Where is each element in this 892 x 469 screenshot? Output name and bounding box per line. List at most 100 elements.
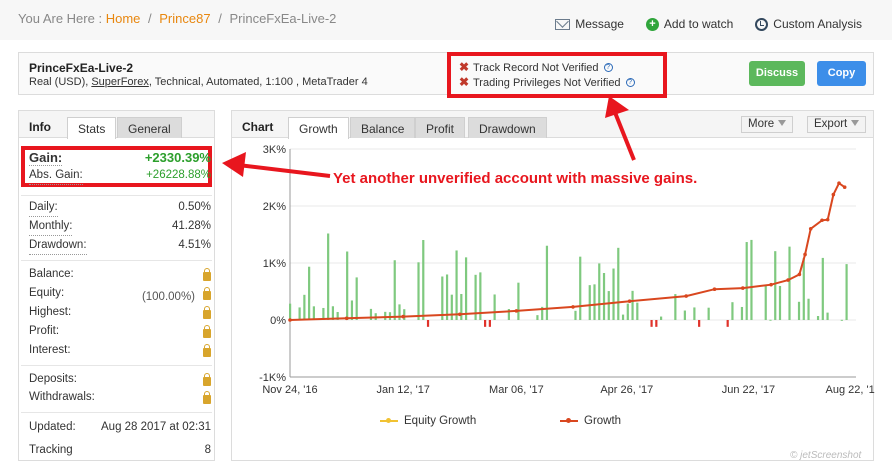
trading-privileges-status: ✖ Trading Privileges Not Verified ? <box>459 75 663 90</box>
discuss-button[interactable]: Discuss <box>749 61 805 86</box>
add-to-watch-label: Add to watch <box>663 17 734 31</box>
growth-point <box>571 305 575 309</box>
gain-value: +2330.39% <box>144 150 211 165</box>
divider <box>21 412 212 413</box>
growth-point <box>820 218 824 223</box>
message-label: Message <box>575 17 624 31</box>
gain-bar <box>740 306 744 320</box>
y-tick-label: 1K% <box>263 258 286 270</box>
help-icon[interactable]: ? <box>603 63 613 72</box>
lock-icon <box>203 306 211 319</box>
gain-bar <box>707 307 710 320</box>
gain-bar <box>655 320 658 327</box>
profit-label: Profit: <box>29 325 60 337</box>
tab-stats[interactable]: Stats <box>67 117 117 139</box>
gain-bar <box>484 320 487 327</box>
abs-gain-label: Abs. Gain: <box>29 169 83 185</box>
divider <box>21 195 212 196</box>
growth-point <box>831 192 836 197</box>
drawdown-label: Drawdown: <box>29 239 87 255</box>
gain-bar <box>312 306 315 320</box>
growth-point <box>712 287 717 292</box>
gain-bar <box>626 303 629 320</box>
gain-bar <box>350 300 354 320</box>
breadcrumb-home-link[interactable]: Home <box>106 11 141 26</box>
clock-icon <box>755 17 769 31</box>
gain-bar <box>788 246 791 320</box>
divider <box>21 365 212 366</box>
legend-growth-label: Growth <box>584 415 622 427</box>
equity-row: Equity: (100.00%) <box>29 287 211 303</box>
gain-bar <box>493 294 496 320</box>
x-tick-label: Mar 06, '17 <box>489 384 544 396</box>
highest-label: Highest: <box>29 306 72 318</box>
custom-analysis-label: Custom Analysis <box>773 17 862 31</box>
lock-icon <box>203 373 211 386</box>
gain-label: Gain: <box>29 150 63 166</box>
growth-point <box>344 316 349 321</box>
gain-bar <box>621 314 625 320</box>
gain-bar <box>417 262 420 320</box>
growth-point <box>401 314 405 319</box>
legend-swatch <box>380 418 398 423</box>
x-tick-label: Jan 12, '17 <box>376 384 429 396</box>
gain-bar <box>693 307 696 320</box>
updated-value: Aug 28 2017 at 02:31 <box>101 421 211 433</box>
gain-bar <box>488 320 491 327</box>
daily-row: Daily: 0.50% <box>29 201 211 217</box>
breadcrumb-user-link[interactable]: Prince87 <box>159 11 210 26</box>
legend-growth[interactable]: Growth <box>560 415 621 427</box>
tab-general[interactable]: General <box>117 117 182 138</box>
legend-equity-growth[interactable]: Equity Growth <box>380 415 476 427</box>
gain-bar <box>821 257 824 320</box>
info-panel-title: Info <box>29 120 51 134</box>
equity-percent: (100.00%) <box>141 291 195 303</box>
gain-bar <box>403 309 406 320</box>
gain-bar <box>579 256 582 320</box>
gain-bar <box>593 284 596 320</box>
divider <box>21 260 212 261</box>
gain-bar <box>774 251 777 320</box>
gain-bar <box>464 257 468 320</box>
gain-bar <box>602 273 606 320</box>
y-tick-label: -1K% <box>259 372 286 384</box>
add-to-watch-link[interactable]: + Add to watch <box>645 17 734 31</box>
gain-bar <box>845 264 848 320</box>
gain-bar <box>826 312 829 320</box>
breadcrumb-bar: You Are Here : Home / Prince87 / PrinceF… <box>0 0 892 40</box>
gain-bar <box>778 285 782 320</box>
balance-label: Balance: <box>29 268 74 280</box>
copy-button[interactable]: Copy <box>817 61 866 86</box>
watermark: © jetScreenshot <box>790 450 862 461</box>
info-tabs: Info Stats General <box>19 111 214 139</box>
gain-bar <box>598 263 601 320</box>
gain-bar <box>384 311 387 320</box>
gain-bar <box>536 315 539 320</box>
gain-bar <box>802 258 805 320</box>
growth-point <box>458 312 462 317</box>
gain-bar <box>840 319 843 321</box>
custom-analysis-link[interactable]: Custom Analysis <box>755 17 862 31</box>
gain-bar <box>574 310 577 320</box>
highest-row: Highest: <box>29 306 211 322</box>
monthly-row: Monthly: 41.28% <box>29 220 211 236</box>
growth-point <box>288 318 292 322</box>
x-icon: ✖ <box>459 75 470 89</box>
gain-bar <box>650 320 653 327</box>
gain-bar <box>636 302 639 320</box>
gain-bar <box>460 293 463 320</box>
header-actions: Message + Add to watch Custom Analysis <box>555 17 862 31</box>
gain-bar <box>731 302 734 320</box>
growth-point <box>825 217 830 222</box>
help-icon[interactable]: ? <box>625 78 635 87</box>
message-link[interactable]: Message <box>555 17 624 31</box>
broker-link[interactable]: SuperForex <box>91 76 148 88</box>
chart-panel: Chart Growth Balance Profit Drawdown Mor… <box>231 110 875 461</box>
deposits-row: Deposits: <box>29 373 211 389</box>
gain-bar <box>612 268 615 320</box>
gain-bar <box>816 316 820 320</box>
annotation-text: Yet another unverified account with mass… <box>333 170 698 187</box>
gain-bar <box>445 274 449 320</box>
verification-status-highlight: ✖ Track Record Not Verified ? ✖ Trading … <box>447 52 667 98</box>
growth-chart: 3K% 2K% 1K% 0% -1K%Nov 24, '16 Jan 12, '17 Mar… <box>259 144 875 396</box>
